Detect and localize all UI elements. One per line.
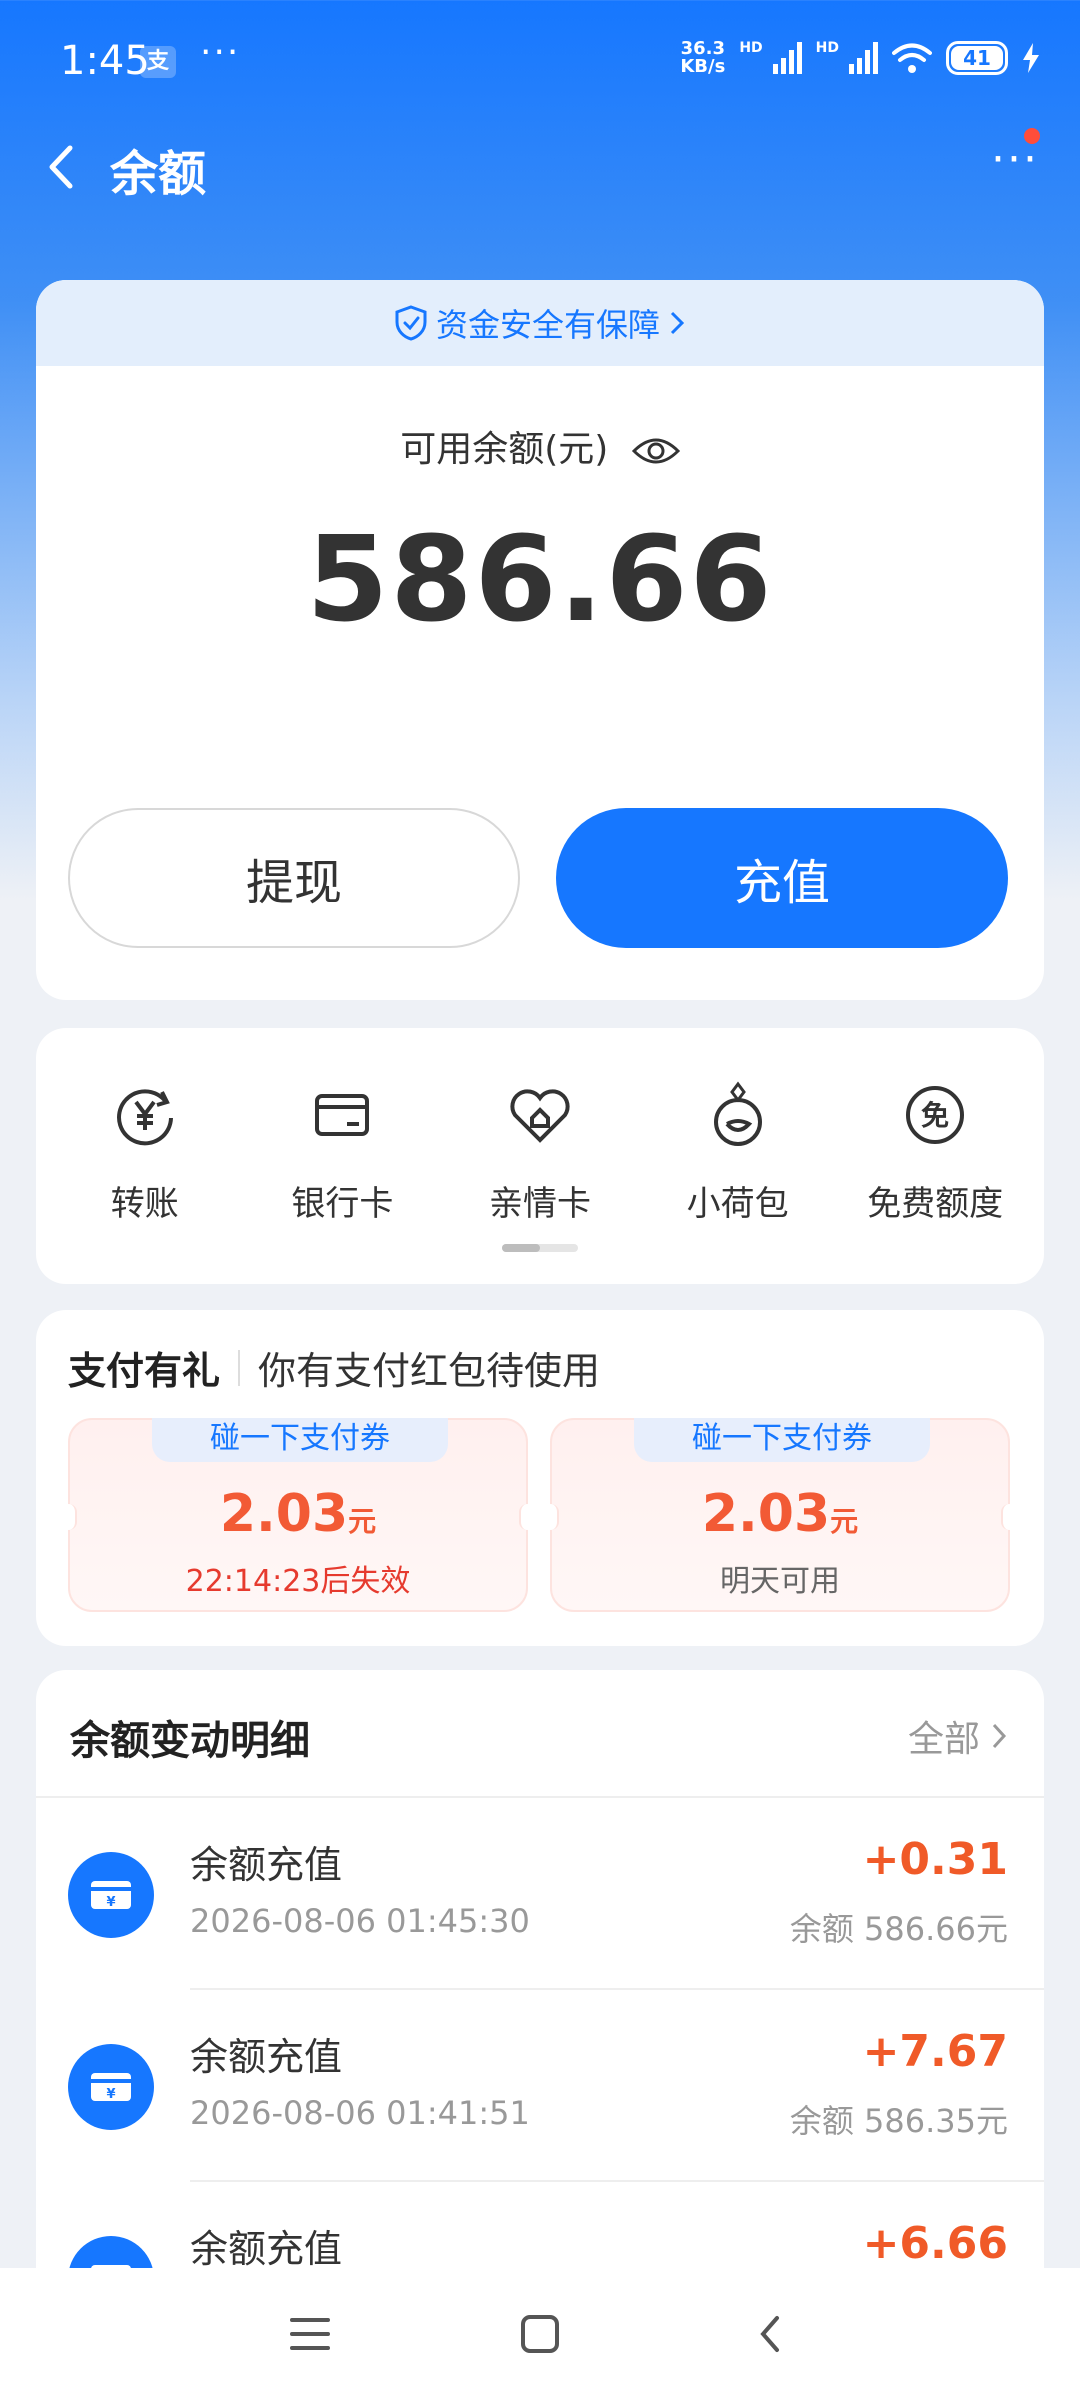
battery-level: 41 xyxy=(963,46,991,70)
transfer-yen-icon xyxy=(116,1089,173,1146)
status-time: 1:45 xyxy=(60,38,150,84)
withdraw-button[interactable]: 提现 xyxy=(68,808,520,948)
transaction-row[interactable]: ¥ 余额充值 2026-08-06 01:41:51 +7.67 余额 586.… xyxy=(36,1990,1044,2182)
coupon-amount-unit: 元 xyxy=(348,1505,377,1538)
pouch-icon xyxy=(713,1081,762,1146)
back-button[interactable] xyxy=(30,132,100,202)
coupon-availability-note: 明天可用 xyxy=(720,1564,840,1599)
transaction-amount: +0.31 xyxy=(862,1834,1008,1885)
shield-check-icon xyxy=(395,305,427,341)
network-speed-unit: KB/s xyxy=(680,56,726,77)
recharge-card-icon: ¥ xyxy=(68,2044,154,2130)
more-notifications-icon: ··· xyxy=(200,32,241,73)
status-bar: 1:45 支 ··· 36.3 KB/s HD HD 41 xyxy=(0,0,1080,120)
transaction-name: 余额充值 xyxy=(190,2227,343,2271)
battery-icon: 41 xyxy=(946,41,1008,75)
signal-icon-1 xyxy=(772,42,802,74)
wifi-icon xyxy=(892,43,932,73)
transaction-balance: 余额 586.66元 xyxy=(789,1910,1008,1948)
coupon-notch xyxy=(1001,1504,1017,1530)
coupon-item[interactable]: 碰一下支付券 2.03元 22:14:23后失效 xyxy=(61,1418,535,1612)
transaction-row[interactable]: ¥ 余额充值 2026-08-06 01:45:30 +0.31 余额 586.… xyxy=(36,1798,1044,1990)
payment-gift-title: 支付有礼 xyxy=(68,1349,221,1393)
page-indicator xyxy=(502,1244,578,1252)
coupon-item[interactable]: 碰一下支付券 2.03元 明天可用 xyxy=(543,1418,1017,1612)
svg-text:免: 免 xyxy=(921,1099,949,1132)
coupon-expiry-note: 22:14:23后失效 xyxy=(185,1564,411,1599)
network-speed: 36.3 KB/s xyxy=(680,40,725,76)
coupon-amount-unit: 元 xyxy=(830,1505,859,1538)
coupon-notch xyxy=(61,1504,77,1530)
signal-icon-2 xyxy=(849,42,878,74)
status-indicators: 36.3 KB/s HD HD 41 xyxy=(680,40,1040,76)
family-card-shortcut[interactable]: 亲情卡 xyxy=(445,1080,635,1225)
chevron-right-icon xyxy=(670,311,685,335)
view-all-label: 全部 xyxy=(907,1719,980,1760)
coupon-amount: 2.03元 xyxy=(552,1484,1008,1544)
balance-card: 资金安全有保障 可用余额(元) 586.66 提现 充值 xyxy=(36,280,1044,1000)
transaction-amount: +6.66 xyxy=(862,2218,1008,2269)
chevron-right-icon xyxy=(992,1723,1007,1749)
pouch-shortcut[interactable]: 小荷包 xyxy=(643,1080,833,1225)
charging-icon xyxy=(1023,43,1039,73)
coupon-tag: 碰一下支付券 xyxy=(152,1418,448,1462)
transaction-name: 余额充值 xyxy=(190,1843,343,1887)
transaction-amount: +7.67 xyxy=(862,2026,1008,2077)
coupon-amount-value: 2.03 xyxy=(701,1484,831,1544)
available-balance-text: 可用余额(元) xyxy=(400,429,609,470)
coupon-tag: 碰一下支付券 xyxy=(634,1418,930,1462)
bank-card-icon xyxy=(315,1094,370,1136)
view-all-link[interactable]: 全部 xyxy=(908,1710,1008,1762)
balance-amount: 586.66 xyxy=(306,510,774,648)
nav-header: 余额 ··· xyxy=(0,120,1080,220)
payment-gift-card: 支付有礼 你有支付红包待使用 碰一下支付券 2.03元 22:14:23后失效 … xyxy=(36,1310,1044,1646)
available-balance-label: 可用余额(元) xyxy=(36,420,1044,472)
transaction-date: 2026-08-06 01:45:30 xyxy=(190,1902,530,1940)
hd-label-2: HD xyxy=(815,40,839,56)
menu-icon xyxy=(290,2318,330,2350)
transaction-date: 2026-08-06 01:41:51 xyxy=(190,2094,530,2132)
svg-text:¥: ¥ xyxy=(106,1895,115,1910)
coupon-notch xyxy=(543,1504,559,1530)
notification-dot xyxy=(1024,128,1040,144)
free-quota-shortcut[interactable]: 免 免费额度 xyxy=(840,1080,1030,1225)
alipay-notification-icon: 支 xyxy=(140,46,176,78)
fund-safety-banner[interactable]: 资金安全有保障 xyxy=(36,280,1044,366)
home-square-icon xyxy=(521,2315,559,2353)
free-quota-label: 免费额度 xyxy=(867,1184,1004,1224)
svg-text:¥: ¥ xyxy=(106,2087,115,2102)
payment-gift-header: 支付有礼 你有支付红包待使用 xyxy=(68,1340,600,1395)
family-card-icon xyxy=(510,1089,570,1143)
free-quota-icon: 免 xyxy=(906,1086,965,1144)
back-chevron-icon xyxy=(760,2316,779,2352)
payment-gift-subtitle: 你有支付红包待使用 xyxy=(258,1349,601,1393)
coupon-amount-value: 2.03 xyxy=(219,1484,349,1544)
balance-changes-header: 余额变动明细 全部 xyxy=(36,1670,1044,1798)
balance-changes-title: 余额变动明细 xyxy=(70,1718,310,1764)
system-back-button[interactable] xyxy=(740,2304,800,2364)
home-button[interactable] xyxy=(510,2304,570,2364)
back-arrow-icon xyxy=(49,145,73,189)
system-navigation-bar xyxy=(0,2268,1080,2400)
coupon-amount: 2.03元 xyxy=(70,1484,526,1544)
header-divider xyxy=(238,1349,241,1386)
pouch-label: 小荷包 xyxy=(686,1184,789,1224)
transfer-label: 转账 xyxy=(110,1184,179,1224)
bank-card-shortcut[interactable]: 银行卡 xyxy=(247,1080,437,1225)
recent-apps-button[interactable] xyxy=(280,2304,340,2364)
transfer-shortcut[interactable]: 转账 xyxy=(50,1080,240,1225)
fund-safety-text: 资金安全有保障 xyxy=(435,306,660,344)
eye-toggle-icon[interactable] xyxy=(631,435,680,467)
function-shortcuts: 转账 银行卡 亲情卡 小荷包 免 免费额度 xyxy=(36,1028,1044,1284)
transaction-name: 余额充值 xyxy=(190,2035,343,2079)
hd-label-1: HD xyxy=(739,40,763,56)
family-card-label: 亲情卡 xyxy=(488,1184,591,1224)
recharge-card-icon: ¥ xyxy=(68,1852,154,1938)
page-title: 余额 xyxy=(110,146,207,202)
bank-card-label: 银行卡 xyxy=(291,1184,394,1224)
transaction-balance: 余额 586.35元 xyxy=(789,2102,1008,2140)
more-options-button[interactable]: ··· xyxy=(980,130,1050,200)
recharge-button[interactable]: 充值 xyxy=(556,808,1008,948)
coupon-notch xyxy=(519,1504,535,1530)
